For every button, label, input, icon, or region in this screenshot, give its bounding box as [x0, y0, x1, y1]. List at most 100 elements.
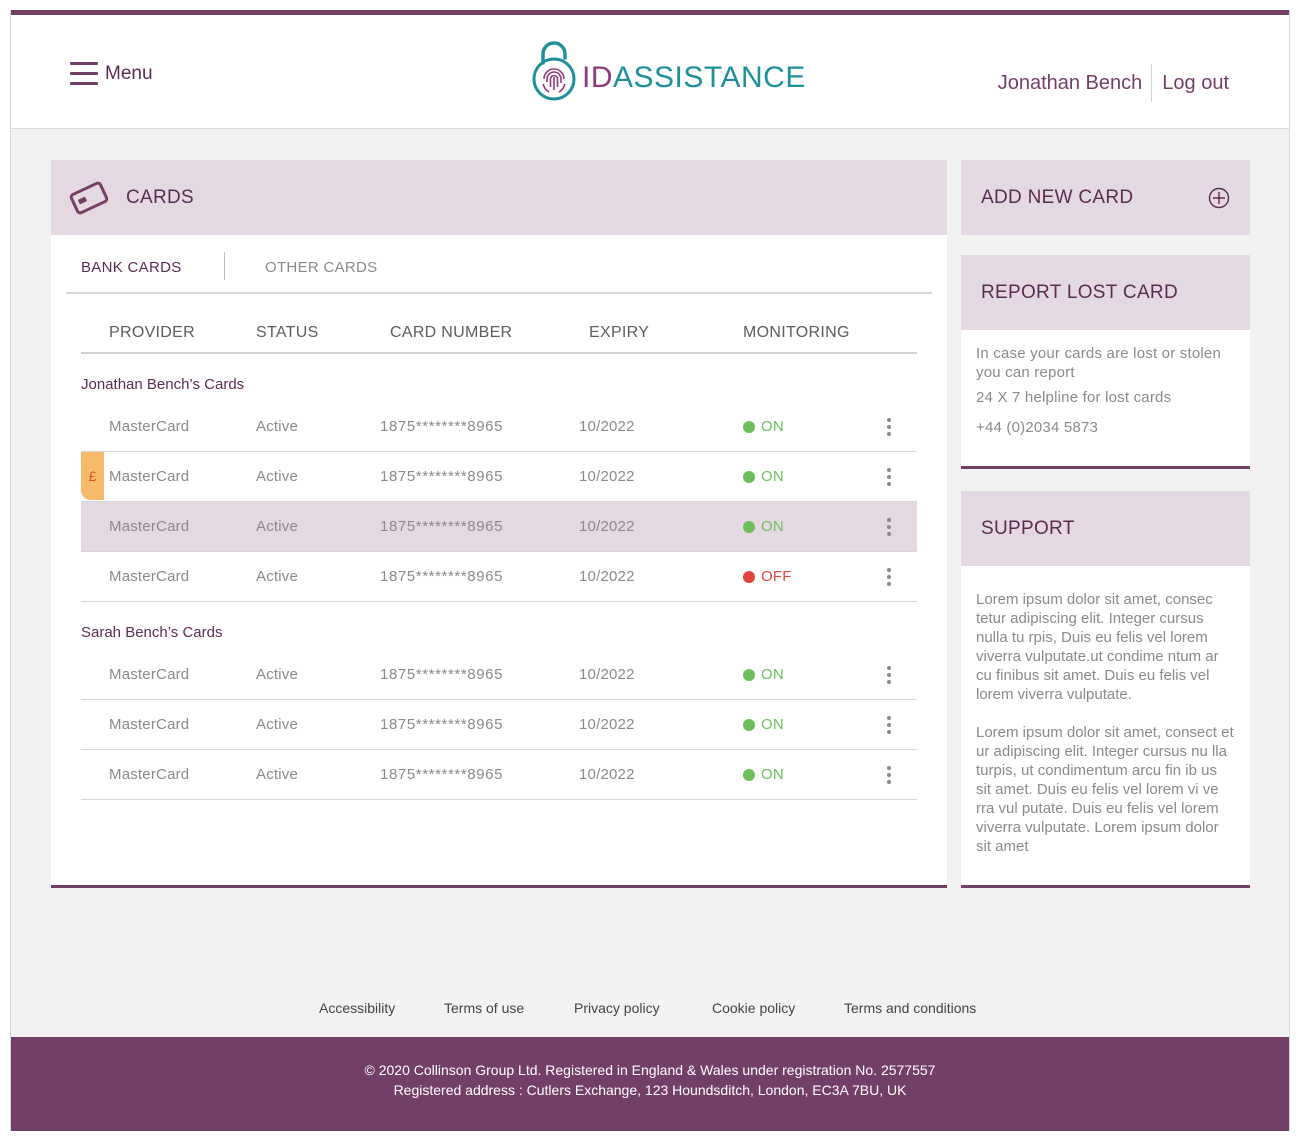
row-options-kebab-icon[interactable]	[881, 666, 897, 684]
support-body: Lorem ipsum dolor sit amet, consec tetur…	[961, 566, 1250, 856]
cell-monitoring: ON	[743, 750, 784, 800]
footer-link-terms-and-conditions[interactable]: Terms and conditions	[844, 1000, 976, 1016]
card-tabs: BANK CARDS OTHER CARDS	[66, 252, 932, 294]
cards-panel: CARDS BANK CARDS OTHER CARDS PROVIDER ST…	[51, 160, 947, 888]
status-dot-icon	[743, 471, 755, 483]
status-dot-icon	[743, 571, 755, 583]
page-frame: Menu IDASSISTANCE Jonathan Bench Log out	[10, 10, 1290, 1131]
footer-links: Accessibility Terms of use Privacy polic…	[11, 1000, 1289, 1020]
idassistance-logo[interactable]: IDASSISTANCE	[529, 35, 806, 101]
credit-card-icon	[69, 181, 109, 214]
cards-title: CARDS	[126, 186, 195, 208]
monitoring-status-text: ON	[761, 766, 784, 783]
footer-link-accessibility[interactable]: Accessibility	[319, 1000, 395, 1016]
cards-panel-header: CARDS	[51, 160, 947, 235]
footer-address: Registered address : Cutlers Exchange, 1…	[393, 1082, 907, 1098]
row-options-kebab-icon[interactable]	[881, 518, 897, 536]
cell-provider: MasterCard	[109, 716, 190, 733]
cell-card-number: 1875********8965	[380, 468, 504, 485]
cell-status: Active	[256, 766, 299, 783]
tab-other-cards[interactable]: OTHER CARDS	[265, 254, 377, 280]
cell-expiry: 10/2022	[579, 518, 635, 535]
status-dot-icon	[743, 669, 755, 681]
table-body: Jonathan Bench’s Cards MasterCard Active 18…	[81, 354, 917, 800]
cell-status: Active	[256, 518, 299, 535]
cell-provider: MasterCard	[109, 666, 190, 683]
monitoring-status-text: ON	[761, 716, 784, 733]
column-header-provider: PROVIDER	[109, 324, 195, 341]
column-header-status: STATUS	[256, 324, 319, 341]
cell-expiry: 10/2022	[579, 468, 635, 485]
cell-card-number: 1875********8965	[380, 716, 504, 733]
tab-bank-cards[interactable]: BANK CARDS	[81, 254, 182, 280]
table-row[interactable]: MasterCard Active 1875********8965 10/2022 O…	[81, 750, 917, 800]
cell-expiry: 10/2022	[579, 418, 635, 435]
user-name[interactable]: Jonathan Bench	[998, 64, 1153, 102]
row-options-kebab-icon[interactable]	[881, 766, 897, 784]
table-header: PROVIDER STATUS CARD NUMBER EXPIRY MONIT…	[81, 318, 917, 354]
cell-provider: MasterCard	[109, 568, 190, 585]
row-options-kebab-icon[interactable]	[881, 568, 897, 586]
footer-copyright: © 2020 Collinson Group Ltd. Registered i…	[364, 1062, 936, 1078]
cell-monitoring: ON	[743, 700, 784, 750]
site-header: Menu IDASSISTANCE Jonathan Bench Log out	[11, 15, 1289, 129]
support-title: SUPPORT	[981, 517, 1075, 539]
card-group-title: Jonathan Bench’s Cards	[81, 376, 245, 393]
lost-card-info: In case your cards are lost or stolen yo…	[976, 345, 1222, 381]
report-lost-card-header[interactable]: REPORT LOST CARD	[961, 255, 1250, 330]
row-options-kebab-icon[interactable]	[881, 468, 897, 486]
table-row[interactable]: MasterCard Active 1875********8965 10/2022 O…	[81, 552, 917, 602]
status-dot-icon	[743, 421, 755, 433]
monitoring-status-text: ON	[761, 666, 784, 683]
site-footer: © 2020 Collinson Group Ltd. Registered i…	[11, 1037, 1289, 1131]
footer-link-privacy-policy[interactable]: Privacy policy	[574, 1000, 660, 1016]
lost-card-helpline-label: 24 X 7 helpline for lost cards	[976, 389, 1172, 406]
cell-provider: MasterCard	[109, 468, 190, 485]
cell-monitoring: OFF	[743, 552, 792, 602]
footer-link-terms-of-use[interactable]: Terms of use	[444, 1000, 524, 1016]
cell-monitoring: ON	[743, 502, 784, 552]
cell-status: Active	[256, 568, 299, 585]
logout-link[interactable]: Log out	[1152, 72, 1229, 95]
cards-table: PROVIDER STATUS CARD NUMBER EXPIRY MONIT…	[81, 318, 917, 800]
monitoring-status-text: ON	[761, 468, 784, 485]
footer-link-cookie-policy[interactable]: Cookie policy	[712, 1000, 795, 1016]
support-paragraph-2: Lorem ipsum dolor sit amet, consect et u…	[976, 724, 1234, 855]
table-row[interactable]: £ MasterCard Active 1875********8965 10/2022…	[81, 452, 917, 502]
cell-expiry: 10/2022	[579, 716, 635, 733]
support-header: SUPPORT	[961, 491, 1250, 566]
table-row[interactable]: MasterCard Active 1875********8965 10/2022 O…	[81, 402, 917, 452]
cell-card-number: 1875********8965	[380, 418, 504, 435]
row-options-kebab-icon[interactable]	[881, 418, 897, 436]
cell-card-number: 1875********8965	[380, 666, 504, 683]
cell-expiry: 10/2022	[579, 766, 635, 783]
cell-status: Active	[256, 418, 299, 435]
table-row[interactable]: MasterCard Active 1875********8965 10/2022 O…	[81, 700, 917, 750]
support-panel: SUPPORT Lorem ipsum dolor sit amet, cons…	[961, 491, 1250, 888]
column-header-card-number: CARD NUMBER	[390, 324, 513, 341]
add-new-card-button[interactable]: ADD NEW CARD	[961, 160, 1250, 235]
logo-wordmark: IDASSISTANCE	[582, 61, 806, 94]
cell-monitoring: ON	[743, 650, 784, 700]
cell-provider: MasterCard	[109, 518, 190, 535]
status-dot-icon	[743, 521, 755, 533]
card-group-title: Sarah Bench’s Cards	[81, 624, 223, 641]
panel-bottom-border	[51, 885, 947, 888]
status-dot-icon	[743, 719, 755, 731]
menu-button[interactable]: Menu	[70, 61, 153, 87]
hamburger-icon	[70, 62, 98, 86]
add-new-card-label: ADD NEW CARD	[981, 186, 1134, 208]
row-options-kebab-icon[interactable]	[881, 716, 897, 734]
cell-provider: MasterCard	[109, 418, 190, 435]
cell-expiry: 10/2022	[579, 666, 635, 683]
status-dot-icon	[743, 769, 755, 781]
cell-status: Active	[256, 716, 299, 733]
cell-expiry: 10/2022	[579, 568, 635, 585]
lost-card-phone[interactable]: +44 (0)2034 5873	[976, 418, 1235, 437]
table-row[interactable]: MasterCard Active 1875********8965 10/2022 O…	[81, 502, 917, 552]
report-lost-card-body: In case your cards are lost or stolen yo…	[961, 330, 1250, 437]
padlock-fingerprint-icon	[532, 41, 576, 101]
cell-status: Active	[256, 666, 299, 683]
table-row[interactable]: MasterCard Active 1875********8965 10/2022 O…	[81, 650, 917, 700]
report-lost-card-panel: REPORT LOST CARD In case your cards are …	[961, 255, 1250, 469]
